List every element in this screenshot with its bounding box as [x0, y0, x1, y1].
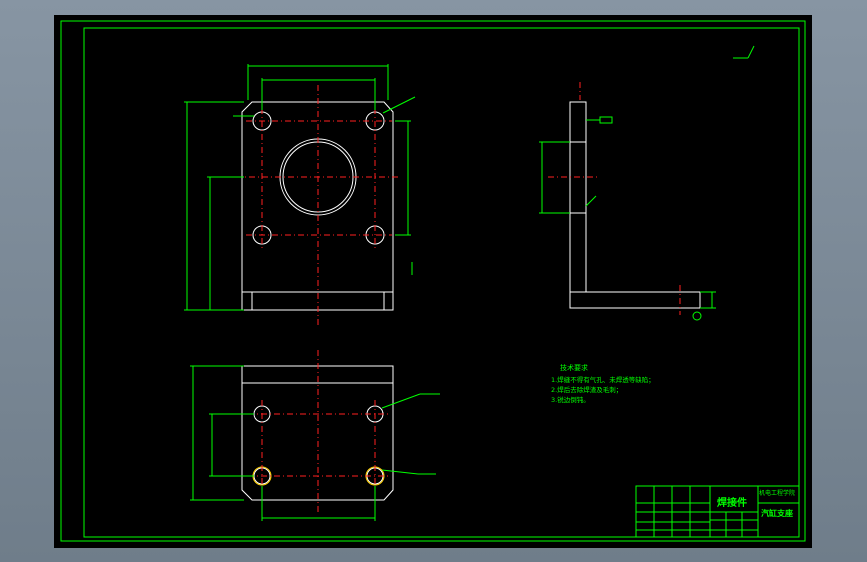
- outer-frame: [60, 20, 806, 542]
- inner-frame: [83, 27, 800, 538]
- note-item: 3.锐边倒钝。: [551, 395, 590, 404]
- notes-heading: 技术要求: [560, 363, 588, 372]
- side-section: [539, 82, 716, 321]
- part-name: 焊接件: [717, 496, 747, 509]
- top-view: [190, 350, 440, 521]
- note-item: 1.焊缝不得有气孔、未焊透等缺陷；: [551, 375, 655, 384]
- school-name: 机电工程学院: [759, 489, 795, 497]
- drawing-name: 汽缸支座: [761, 508, 793, 518]
- drawing-canvas: 技术要求 1.焊缝不得有气孔、未焊透等缺陷； 2.焊后去除焊渣及毛刺； 3.锐边…: [60, 20, 806, 542]
- technical-notes: 技术要求 1.焊缝不得有气孔、未焊透等缺陷； 2.焊后去除焊渣及毛刺； 3.锐边…: [551, 363, 655, 404]
- note-item: 2.焊后去除焊渣及毛刺；: [551, 385, 622, 394]
- roughness-symbol: [733, 45, 755, 59]
- title-block: 焊接件 汽缸支座 机电工程学院: [635, 485, 800, 538]
- cad-window: 技术要求 1.焊缝不得有气孔、未焊透等缺陷； 2.焊后去除焊渣及毛刺； 3.锐边…: [0, 0, 867, 562]
- front-view: [184, 64, 416, 325]
